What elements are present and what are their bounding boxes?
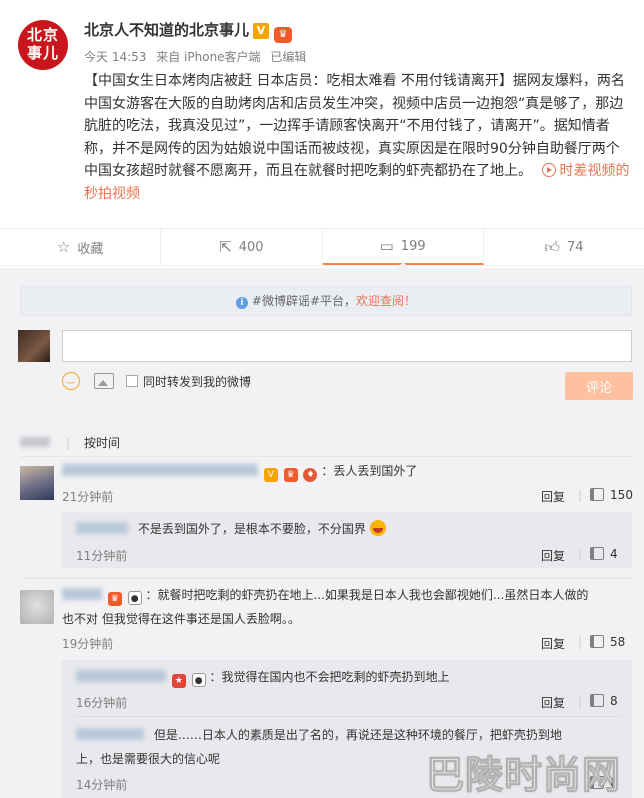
sub-reply-time: 14分钟前 (76, 778, 128, 792)
comment-row: V ♛ ♦ ：丢人丢到国外了 (62, 462, 417, 482)
forward-icon: ⇱ (219, 238, 232, 256)
info-icon: i (235, 297, 248, 309)
commenter-name[interactable] (76, 522, 128, 534)
sub-reply-text: 但是……日本人的素质是出了名的，再说还是这种环境的餐厅，把虾壳扔到地 (153, 728, 562, 742)
panda-icon: ● (127, 591, 142, 605)
like-count: 4 (610, 547, 618, 561)
thumbs-up-icon: 👍︎ (544, 237, 560, 256)
play-icon (542, 163, 557, 177)
reply-link[interactable]: 回复 (541, 694, 565, 711)
comment-button[interactable]: ▭ 199 (322, 229, 484, 265)
verified-icon[interactable]: V (253, 23, 270, 39)
thumbs-up-icon (590, 635, 605, 648)
comment-avatar[interactable] (20, 590, 54, 624)
favorite-button[interactable]: ☆ 收藏 (0, 229, 162, 265)
post-source[interactable]: 来自 iPhone客户端 (156, 50, 260, 64)
commenter-name[interactable] (62, 464, 258, 476)
commenter-name[interactable] (62, 588, 102, 600)
comment-time: 21分钟前 (62, 490, 114, 504)
vip-crown-icon[interactable]: ♛ (274, 27, 293, 43)
comment-row: ♛ ● ：就餐时把吃剩的虾壳扔在地上...如果我是日本人我也会鄙视她们...虽然… (62, 584, 588, 606)
watermark: 巴陵时尚网 (425, 753, 622, 798)
author-avatar[interactable]: 北京 事儿 (18, 20, 68, 70)
post-meta: 今天 14:53 来自 iPhone客户端 已编辑 (84, 48, 312, 65)
sub-reply-text-line2: 上，也是需要很大的信心呢 (76, 752, 221, 766)
vip-crown-icon: ♛ (107, 592, 122, 606)
separator: | (578, 635, 583, 649)
comment-text: ：丢人丢到国外了 (321, 464, 418, 478)
like-count: 8 (610, 694, 618, 708)
post-body: 【中国女生日本烤肉店被赶 日本店员：吃相太难看 不用付钱请离开】据网友爆料，两名… (84, 70, 632, 205)
panda-icon: ● (191, 673, 206, 687)
forward-button[interactable]: ⇱ 400 (161, 229, 323, 265)
star-badge-icon: ★ (171, 674, 186, 688)
comment-like-button[interactable]: | 150 (578, 488, 633, 502)
avatar-text: 北京 (26, 26, 59, 44)
my-avatar[interactable] (18, 330, 50, 362)
sub-reply-row: 不是丢到国外了，是根本不要脸，不分国界 (76, 518, 386, 540)
emoji-icon[interactable] (62, 371, 80, 390)
thumbs-up-icon (590, 694, 605, 707)
sub-reply-row: 但是……日本人的素质是出了名的，再说还是这种环境的餐厅，把虾壳扔到地 (76, 724, 562, 746)
notice-text: #微博辟谣#平台， (251, 294, 357, 308)
comment-like-button[interactable]: | 58 (578, 635, 625, 649)
sub-reply-time: 11分钟前 (76, 549, 128, 563)
post-time[interactable]: 今天 14:53 (84, 50, 146, 64)
comment-text-line2: 也不对 但我觉得在这件事还是国人丢脸啊。。 (62, 612, 300, 626)
comment-like-button[interactable]: | 4 (578, 547, 618, 561)
comment-text: ：就餐时把吃剩的虾壳扔在地上...如果我是日本人我也会鄙视她们...虽然日本人做… (145, 588, 589, 602)
forward-count: 400 (238, 239, 264, 255)
reply-link[interactable]: 回复 (541, 488, 565, 505)
avatar-text: 事儿 (26, 44, 59, 62)
author-name-row: 北京人不知道的北京事儿 V ♛ (84, 19, 293, 43)
comment-like-button[interactable]: | 8 (578, 694, 618, 708)
commenter-name[interactable] (76, 670, 166, 682)
comment-icon: ▭ (379, 237, 394, 255)
notice-link[interactable]: 欢迎查阅！ (356, 294, 416, 308)
separator: | (578, 694, 583, 708)
vip-crown-icon: ♛ (283, 468, 298, 482)
sort-separator: | (66, 436, 71, 450)
like-count: 58 (610, 635, 626, 649)
comment-time: 19分钟前 (62, 637, 114, 651)
divider (20, 578, 632, 579)
verified-icon: V (263, 468, 278, 482)
like-button[interactable]: 👍︎ 74 (484, 229, 644, 265)
weibo-post-page: 北京 事儿 北京人不知道的北京事儿 V ♛ 今天 14:53 来自 iPhone客户… (0, 0, 644, 798)
image-icon[interactable] (94, 373, 114, 389)
favorite-label: 收藏 (77, 241, 104, 257)
sort-option-blurred[interactable] (20, 437, 50, 447)
comment-avatar[interactable] (20, 466, 54, 500)
separator: | (578, 547, 583, 561)
like-count: 74 (566, 239, 584, 255)
sub-reply-text: 不是丢到国外了，是根本不要脸，不分国界 (137, 522, 366, 536)
commenter-name[interactable] (76, 728, 144, 740)
sub-reply-row: ★ ● ：我觉得在国内也不会把吃剩的虾壳扔到地上 (76, 666, 450, 688)
star-icon: ☆ (56, 238, 71, 256)
divider (76, 716, 622, 717)
laugh-emoji-icon (369, 520, 386, 536)
level-badge-icon: ♦ (303, 468, 318, 482)
comment-caret (396, 262, 410, 269)
separator: | (578, 488, 583, 502)
reply-link[interactable]: 回复 (541, 635, 565, 652)
sub-reply-text: ：我觉得在国内也不会把吃剩的虾壳扔到地上 (209, 670, 450, 684)
thumbs-up-icon (590, 547, 605, 560)
forward-checkbox[interactable] (126, 375, 138, 387)
reply-link[interactable]: 回复 (541, 547, 565, 564)
sort-row: | 按时间 (20, 434, 120, 451)
sort-by-time[interactable]: 按时间 (84, 436, 120, 450)
action-bar: ☆ 收藏 ⇱ 400 ▭ 199 👍︎ 74 (0, 228, 644, 266)
edited-label[interactable]: 已编辑 (270, 50, 306, 64)
rumor-notice: i #微博辟谣#平台，欢迎查阅！ (20, 286, 632, 316)
forward-checkbox-label[interactable]: 同时转发到我的微博 (143, 373, 251, 390)
comment-input[interactable] (62, 330, 632, 362)
comment-count: 199 (400, 238, 426, 254)
sub-reply-time: 16分钟前 (76, 696, 128, 710)
author-name[interactable]: 北京人不知道的北京事儿 (84, 21, 249, 39)
divider (20, 456, 632, 457)
thumbs-up-icon (590, 488, 605, 501)
like-count: 150 (610, 488, 633, 502)
submit-comment-button[interactable]: 评论 (565, 372, 633, 400)
